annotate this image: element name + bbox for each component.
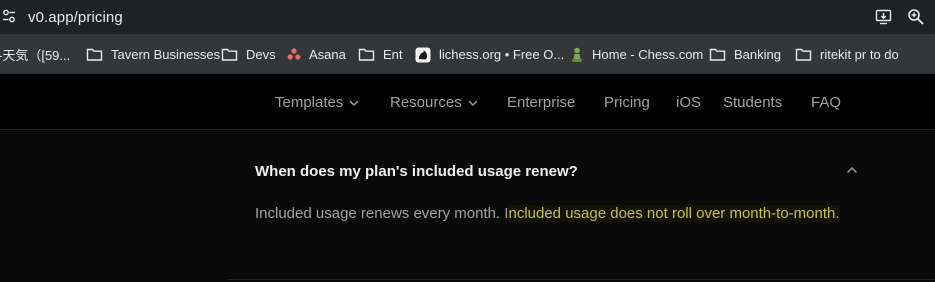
nav-pricing[interactable]: Pricing xyxy=(604,94,650,111)
bookmark-label: -天気（[59... xyxy=(0,47,71,63)
faq-answer-text: Included usage renews every month. I xyxy=(255,205,509,222)
faq-answer: Included usage renews every month. Inclu… xyxy=(255,203,845,225)
folder-icon xyxy=(709,47,726,62)
chevron-up-icon[interactable] xyxy=(846,166,858,174)
nav-label: Students xyxy=(723,94,783,111)
zoom-in-icon[interactable] xyxy=(907,8,925,26)
bookmark-ritekit[interactable]: ritekit pr to do xyxy=(795,34,899,74)
nav-enterprise[interactable]: Enterprise xyxy=(507,94,575,111)
bookmark-ent[interactable]: Ent xyxy=(358,34,403,74)
bookmark-label: lichess.org • Free O... xyxy=(439,46,565,62)
install-app-icon[interactable] xyxy=(875,8,893,26)
bookmark-label: Asana xyxy=(309,46,346,62)
bookmark-label: Home - Chess.com xyxy=(592,46,704,62)
browser-address-bar: v0.app/pricing xyxy=(0,0,935,34)
bookmark-label: Devs xyxy=(246,46,276,62)
site-nav: Templates Resources Enterprise Pricing i… xyxy=(0,75,935,130)
nav-label: Resources xyxy=(390,94,462,111)
folder-icon xyxy=(795,47,812,62)
nav-ios[interactable]: iOS xyxy=(676,94,701,111)
bookmark-devs[interactable]: Devs xyxy=(221,34,276,74)
asana-icon xyxy=(287,47,301,62)
nav-label: Templates xyxy=(275,94,344,111)
bookmark-label: Tavern Businesses xyxy=(111,46,221,62)
nav-students[interactable]: Students xyxy=(723,94,782,111)
bookmark-lichess[interactable]: lichess.org • Free O... xyxy=(415,34,564,74)
bookmark-banking[interactable]: Banking xyxy=(709,34,781,74)
faq-divider xyxy=(228,279,935,280)
chevron-down-icon xyxy=(468,100,478,106)
lichess-icon xyxy=(415,47,431,62)
folder-icon xyxy=(358,47,375,62)
bookmark-label: Banking xyxy=(734,46,781,62)
folder-icon xyxy=(221,47,238,62)
bookmark-weather[interactable]: -天気（[59... xyxy=(0,34,70,74)
nav-templates[interactable]: Templates xyxy=(275,94,359,111)
nav-resources[interactable]: Resources xyxy=(390,94,478,111)
bookmark-tavern-businesses[interactable]: Tavern Businesses xyxy=(86,34,220,74)
chevron-down-icon xyxy=(349,100,359,106)
url-text[interactable]: v0.app/pricing xyxy=(28,9,123,26)
bookmark-label: Ent xyxy=(383,46,403,62)
bookmark-chess-com[interactable]: Home - Chess.com xyxy=(570,34,703,74)
tune-icon[interactable] xyxy=(2,9,16,23)
faq-item: When does my plan's included usage renew… xyxy=(0,131,935,282)
nav-label: Enterprise xyxy=(507,94,576,111)
nav-faq[interactable]: FAQ xyxy=(811,94,841,111)
faq-answer-highlight: ncluded usage does not roll over month-t… xyxy=(508,205,840,222)
nav-label: Pricing xyxy=(604,94,650,111)
nav-label: FAQ xyxy=(811,94,842,111)
chess-pawn-icon xyxy=(570,47,584,62)
faq-question[interactable]: When does my plan's included usage renew… xyxy=(255,163,578,180)
folder-icon xyxy=(86,47,103,62)
bookmark-asana[interactable]: Asana xyxy=(287,34,346,74)
bookmarks-bar: -天気（[59... Tavern Businesses Devs Asana … xyxy=(0,34,935,74)
bookmark-label: ritekit pr to do xyxy=(820,46,899,62)
nav-label: iOS xyxy=(676,94,702,111)
